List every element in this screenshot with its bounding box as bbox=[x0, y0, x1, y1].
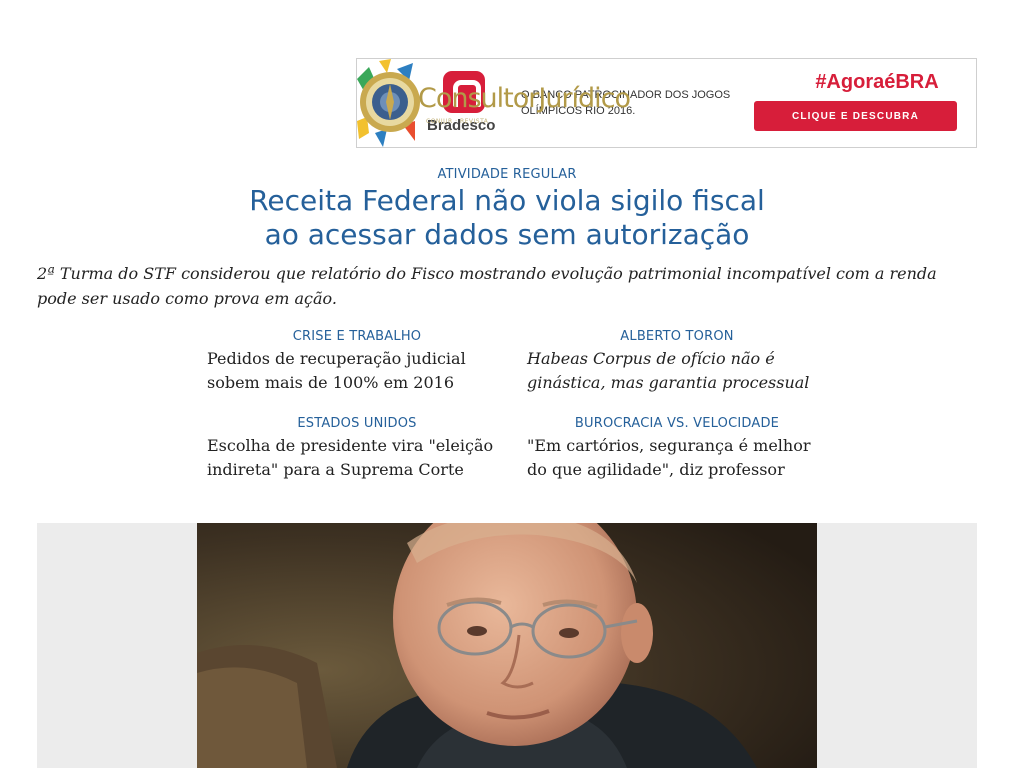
article-kicker[interactable]: ATIVIDADE REGULAR bbox=[0, 167, 1014, 182]
related-story-kicker: CRISE E TRABALHO bbox=[292, 329, 422, 344]
logo-medal-icon bbox=[360, 72, 420, 132]
related-story-title[interactable]: Escolha de presidente vira "eleição indi… bbox=[207, 434, 507, 482]
logo-wordmark: ConsultorJurídico bbox=[418, 83, 631, 114]
photo-strip bbox=[37, 523, 977, 768]
related-story-2[interactable]: ALBERTO TORON Habeas Corpus de ofício nã… bbox=[527, 329, 827, 395]
related-story-kicker: BUROCRACIA VS. VELOCIDADE bbox=[574, 416, 780, 431]
article-headline[interactable]: Receita Federal não viola sigilo fiscal … bbox=[0, 184, 1014, 252]
related-story-title[interactable]: Pedidos de recuperação judicial sobem ma… bbox=[207, 347, 507, 395]
related-story-kicker: ESTADOS UNIDOS bbox=[297, 416, 417, 431]
related-story-4[interactable]: BUROCRACIA VS. VELOCIDADE "Em cartórios,… bbox=[527, 416, 827, 482]
logo-tagline: CONJUR · REVISTA bbox=[426, 118, 489, 125]
article-photo[interactable] bbox=[197, 523, 817, 768]
related-story-kicker: ALBERTO TORON bbox=[620, 329, 734, 344]
site-logo[interactable]: ConsultorJurídico CONJUR · REVISTA bbox=[356, 58, 672, 148]
related-story-title[interactable]: Habeas Corpus de ofício não é ginástica,… bbox=[527, 347, 827, 395]
related-story-1[interactable]: CRISE E TRABALHO Pedidos de recuperação … bbox=[207, 329, 507, 395]
headline-line-1: Receita Federal não viola sigilo fiscal bbox=[249, 184, 765, 217]
headline-line-2: ao acessar dados sem autorização bbox=[264, 218, 750, 251]
related-story-title[interactable]: "Em cartórios, segurança é melhor do que… bbox=[527, 434, 827, 482]
ad-hashtag: #AgoraéBRA bbox=[815, 71, 939, 93]
ad-cta-button[interactable]: CLIQUE E DESCUBRA bbox=[754, 101, 957, 131]
related-story-3[interactable]: ESTADOS UNIDOS Escolha de presidente vir… bbox=[207, 416, 507, 482]
portrait-illustration bbox=[197, 523, 817, 768]
article-summary: 2ª Turma do STF considerou que relatório… bbox=[37, 264, 937, 308]
